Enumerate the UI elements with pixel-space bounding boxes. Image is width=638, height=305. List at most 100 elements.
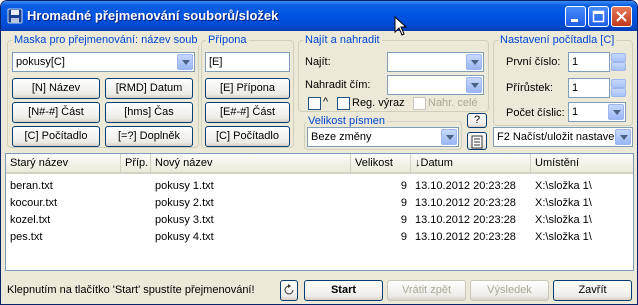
step-spinner[interactable] [611, 79, 626, 97]
case-select[interactable]: Beze změny [307, 127, 459, 147]
find-label: Najít: [305, 56, 331, 68]
open-settings-button[interactable] [467, 132, 487, 150]
table-row[interactable]: beran.txt pokusy 1.txt 9 13.10.2012 20:23:2… [6, 178, 633, 195]
cell-location: X:\složka 1\ [535, 231, 592, 243]
replace-input[interactable] [387, 75, 484, 95]
cell-size: 9 [400, 214, 407, 226]
extension-ext-button[interactable]: [E] Přípona [205, 78, 290, 99]
maximize-button[interactable] [588, 6, 609, 27]
case-sensitive-label: ^ [323, 96, 329, 108]
refresh-button[interactable] [280, 280, 298, 301]
cell-size: 9 [400, 180, 407, 192]
mask-counter-button[interactable]: [C] Počítadlo [12, 126, 100, 147]
file-list-icon [471, 135, 483, 149]
minimize-button[interactable] [565, 6, 586, 27]
extension-counter-button[interactable]: [C] Počítadlo [205, 126, 290, 147]
rename-window: Hromadné přejmenování souborů/složek Mas… [0, 0, 638, 305]
table-row[interactable]: pes.txt pokusy 4.txt 9 13.10.2012 20:23:28 X… [6, 229, 633, 246]
extension-legend: Přípona [206, 34, 249, 46]
window-title: Hromadné přejmenování souborů/složek [27, 8, 279, 23]
start-number-value: 1 [572, 56, 579, 68]
cell-old-name: pes.txt [10, 231, 43, 243]
cell-old-name: kozel.txt [10, 214, 51, 226]
step-value: 1 [572, 82, 579, 94]
mask-panel: Maska pro přejmenování: název soub pokus… [7, 34, 200, 148]
chevron-down-icon[interactable] [177, 54, 193, 70]
column-location[interactable]: Umístění [531, 154, 633, 172]
cell-location: X:\složka 1\ [535, 197, 592, 209]
preset-select[interactable]: F2 Načíst/uložit nastave [493, 127, 633, 147]
disk-icon [7, 8, 23, 24]
undo-button[interactable]: Vrátit zpět [387, 280, 466, 301]
start-number-input[interactable]: 1 [568, 52, 610, 72]
extension-panel: Přípona [E] [E] Přípona [E#-#] Část [C] … [201, 34, 294, 148]
table-row[interactable]: kocour.txt pokusy 2.txt 9 13.10.2012 20:23:… [6, 195, 633, 212]
cell-date: 13.10.2012 20:23:28 [415, 197, 516, 209]
mask-name-button[interactable]: [N] Název [12, 78, 100, 99]
step-label: Přírůstek: [506, 82, 554, 94]
step-input[interactable]: 1 [568, 78, 610, 98]
case-sensitive-checkbox[interactable] [308, 97, 321, 110]
cell-old-name: kocour.txt [10, 197, 58, 209]
maximize-icon [592, 10, 605, 23]
replace-whole-checkbox[interactable] [413, 97, 426, 110]
cell-old-name: beran.txt [10, 180, 53, 192]
cell-location: X:\složka 1\ [535, 214, 592, 226]
results-button[interactable]: Výsledek [470, 280, 549, 301]
list-header: Starý název Příp. Nový název Velikost ↓D… [6, 154, 633, 174]
mask-date-button[interactable]: [RMD] Datum [105, 78, 193, 99]
mask-legend: Maska pro přejmenování: název soub [12, 34, 200, 46]
column-ext[interactable]: Příp. [121, 154, 151, 172]
close-window-button[interactable] [611, 6, 632, 27]
extension-value: [E] [209, 56, 223, 68]
find-input[interactable] [387, 52, 484, 72]
digits-select[interactable]: 1 [568, 102, 626, 122]
file-list[interactable]: Starý název Příp. Nový název Velikost ↓D… [5, 153, 634, 271]
find-replace-panel: Najít a nahradit Najít: Nahradit čím: ^ … [298, 34, 489, 112]
chevron-down-icon[interactable] [608, 104, 624, 120]
cell-new-name: pokusy 1.txt [155, 180, 214, 192]
replace-whole-label: Nahr. celé [428, 97, 478, 109]
cell-date: 13.10.2012 20:23:28 [415, 231, 516, 243]
column-date[interactable]: ↓Datum [411, 154, 531, 172]
counter-panel: Nastavení počítadla [C] První číslo: 1 P… [493, 34, 633, 126]
digits-value: 1 [572, 106, 579, 118]
digits-label: Počet číslic: [506, 107, 565, 119]
regex-checkbox[interactable] [337, 97, 350, 110]
find-replace-legend: Najít a nahradit [303, 34, 382, 46]
mask-part-button[interactable]: [N#-#] Část [12, 102, 100, 123]
start-button[interactable]: Start [304, 280, 383, 301]
cell-location: X:\složka 1\ [535, 180, 592, 192]
cell-new-name: pokusy 3.txt [155, 214, 214, 226]
mouse-cursor-icon [394, 16, 407, 36]
column-new-name[interactable]: Nový název [151, 154, 351, 172]
extension-part-button[interactable]: [E#-#] Část [205, 102, 290, 123]
replace-label: Nahradit čím: [305, 79, 371, 91]
column-size[interactable]: Velikost [351, 154, 411, 172]
close-button[interactable]: Zavřít [553, 280, 632, 301]
mask-value: pokusy[C] [16, 56, 65, 68]
chevron-down-icon[interactable] [615, 129, 631, 145]
start-number-spinner[interactable] [611, 53, 626, 71]
cell-new-name: pokusy 4.txt [155, 231, 214, 243]
column-old-name[interactable]: Starý název [6, 154, 121, 172]
counter-legend: Nastavení počítadla [C] [498, 34, 617, 46]
minimize-icon [571, 19, 578, 22]
table-row[interactable]: kozel.txt pokusy 3.txt 9 13.10.2012 20:23:2… [6, 212, 633, 229]
mask-time-button[interactable]: [hms] Čas [105, 102, 193, 123]
title-bar[interactable]: Hromadné přejmenování souborů/složek [1, 1, 637, 31]
extension-input[interactable]: [E] [205, 52, 290, 72]
help-button[interactable]: ? [467, 113, 487, 128]
cell-ext [121, 212, 151, 229]
cell-new-name: pokusy 2.txt [155, 197, 214, 209]
mask-input[interactable]: pokusy[C] [12, 52, 195, 72]
chevron-down-icon[interactable] [441, 129, 457, 145]
cell-ext [121, 229, 151, 246]
mask-supplement-button[interactable]: [=?] Doplněk [105, 126, 193, 147]
chevron-down-icon[interactable] [466, 54, 482, 70]
case-legend: Velikost písmen [306, 115, 388, 127]
status-text: Klepnutím na tlačítko 'Start' spustíte p… [7, 284, 255, 296]
cell-date: 13.10.2012 20:23:28 [415, 180, 516, 192]
chevron-down-icon[interactable] [466, 77, 482, 93]
cell-ext [121, 195, 151, 212]
